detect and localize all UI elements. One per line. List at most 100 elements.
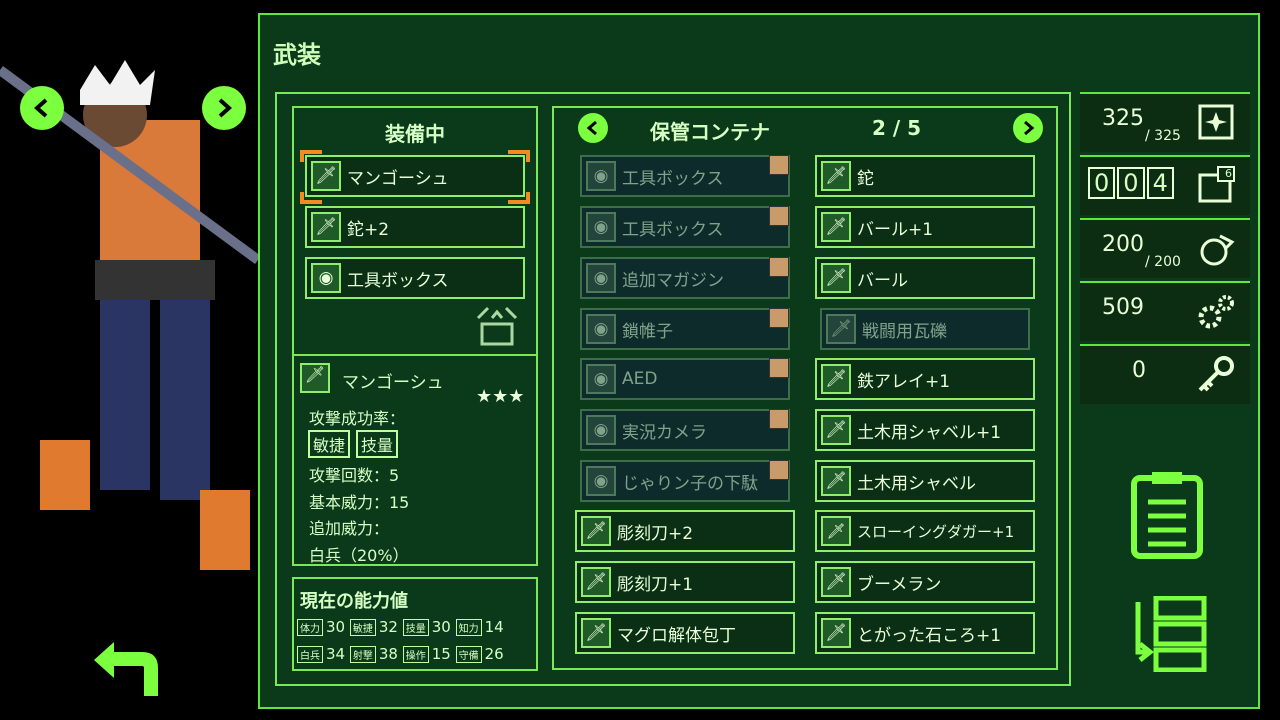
- gears-icon: [1198, 295, 1234, 329]
- stat-tag: 射撃: [349, 646, 376, 663]
- knife-icon: 🗡: [311, 161, 341, 191]
- resource-value: 509: [1102, 295, 1144, 320]
- storage-item[interactable]: 🗡 バール: [815, 257, 1035, 299]
- knife-icon: 🗡: [826, 314, 856, 344]
- aed-icon: ◉: [586, 364, 616, 394]
- storage-item[interactable]: ◉ じゃりン子の下駄: [580, 460, 790, 502]
- equipped-header: 装備中: [385, 122, 445, 146]
- storage-item[interactable]: 🗡 スローイングダガー+1: [815, 510, 1035, 552]
- item-label: 戦闘用瓦礫: [862, 321, 947, 342]
- storage-item[interactable]: ◉ 実況カメラ: [580, 409, 790, 451]
- next-character-button[interactable]: [202, 86, 246, 130]
- equipped-item[interactable]: 🗡 鉈+2: [305, 206, 525, 248]
- clipboard-list-icon[interactable]: [1128, 470, 1206, 560]
- digit: 0: [1088, 167, 1116, 199]
- storage-prev-button[interactable]: [578, 113, 608, 143]
- owner-avatar: [769, 257, 789, 277]
- geta-icon: ◉: [586, 466, 616, 496]
- attack-count: 攻撃回数：5: [309, 466, 400, 485]
- prev-character-button[interactable]: [20, 86, 64, 130]
- storage-item[interactable]: ◉ 工具ボックス: [580, 206, 790, 248]
- chevron-right-icon: [1024, 120, 1035, 136]
- storage-item[interactable]: 🗡 ブーメラン: [815, 561, 1035, 603]
- storage-item[interactable]: ◉ 鎖帷子: [580, 308, 790, 350]
- stat-value: 15: [431, 645, 451, 663]
- knife-icon: 🗡: [821, 415, 851, 445]
- storage-item[interactable]: ◉ 工具ボックス: [580, 155, 790, 197]
- stat-tag: 敏捷: [349, 619, 376, 636]
- knife-icon: 🗡: [311, 212, 341, 242]
- item-label: 工具ボックス: [347, 270, 449, 291]
- item-label: とがった石ころ+1: [857, 625, 1002, 646]
- chevron-right-icon: [218, 98, 233, 118]
- storage-next-button[interactable]: [1013, 113, 1043, 143]
- selection-corner-tr: [508, 150, 530, 162]
- storage-item[interactable]: 🗡 マグロ解体包丁: [575, 612, 795, 654]
- stat-value: 34: [326, 645, 346, 663]
- item-label: スローイングダガー+1: [857, 522, 1015, 541]
- knife-icon: 🗡: [821, 618, 851, 648]
- storage-item[interactable]: 🗡 土木用シャベル: [815, 460, 1035, 502]
- stat-value: 32: [378, 618, 398, 636]
- item-label: 鎖帷子: [622, 321, 673, 342]
- storage-item[interactable]: 🗡 とがった石ころ+1: [815, 612, 1035, 654]
- unequip-box-icon[interactable]: [474, 304, 520, 346]
- resource-value: 0: [1132, 358, 1146, 383]
- stat-value: 14: [484, 618, 504, 636]
- chevron-left-icon: [586, 120, 597, 136]
- digit: 0: [1117, 167, 1145, 199]
- day-counter: 0 0 4: [1088, 167, 1174, 199]
- equipped-item[interactable]: ◉ 工具ボックス: [305, 257, 525, 299]
- item-label: 彫刻刀+2: [617, 523, 694, 544]
- storage-item[interactable]: 🗡 鉈: [815, 155, 1035, 197]
- storage-item[interactable]: 🗡 土木用シャベル+1: [815, 409, 1035, 451]
- resource-keys: 0: [1080, 344, 1250, 404]
- item-label: バール: [857, 270, 908, 291]
- item-label: 実況カメラ: [622, 422, 707, 443]
- stat-value: 38: [378, 645, 398, 663]
- knife-icon: 🗡: [821, 364, 851, 394]
- storage-item[interactable]: ◉ 追加マガジン: [580, 257, 790, 299]
- storage-item[interactable]: 🗡 彫刻刀+2: [575, 510, 795, 552]
- stat-value: 30: [326, 618, 346, 636]
- owner-avatar: [769, 409, 789, 429]
- selection-corner-bl: [300, 192, 322, 204]
- item-label: 土木用シャベル+1: [857, 422, 1002, 443]
- owner-avatar: [769, 155, 789, 175]
- stat-tag: 体力: [297, 619, 323, 636]
- knife-icon: 🗡: [821, 516, 851, 546]
- attack-rate-label: 攻撃成功率：: [309, 409, 406, 428]
- knife-icon: 🗡: [581, 516, 611, 546]
- add-power-label: 追加威力：: [309, 519, 390, 538]
- item-label: 鉈: [857, 168, 874, 189]
- item-label: じゃりン子の下駄: [622, 473, 758, 494]
- item-label: マンゴーシュ: [347, 168, 449, 189]
- transfer-to-storage-icon[interactable]: [1126, 596, 1208, 672]
- selection-corner-tl: [300, 150, 322, 162]
- resource-parts: 509: [1080, 281, 1250, 341]
- storage-item[interactable]: 🗡 鉄アレイ+1: [815, 358, 1035, 400]
- chevron-left-icon: [33, 98, 48, 118]
- attr-tag: 敏捷: [308, 430, 351, 458]
- owner-avatar: [769, 308, 789, 328]
- storage-page: 2 / 5: [872, 116, 922, 140]
- stat-value: 26: [484, 645, 504, 663]
- storage-item[interactable]: ◉ AED: [580, 358, 790, 400]
- attr-tag: 技量: [356, 430, 399, 458]
- storage-item[interactable]: 🗡 戦闘用瓦礫: [820, 308, 1030, 350]
- back-arrow-icon[interactable]: [92, 638, 162, 698]
- equipped-item[interactable]: 🗡 マンゴーシュ: [305, 155, 525, 197]
- toolbox-icon: ◉: [311, 263, 341, 293]
- knife-icon: 🗡: [300, 363, 330, 393]
- storage-item[interactable]: 🗡 バール+1: [815, 206, 1035, 248]
- resource-days: 0 0 4 6: [1080, 155, 1250, 215]
- owner-avatar: [769, 460, 789, 480]
- stat-tag: 技量: [402, 619, 429, 636]
- rarity-stars: ★★★: [476, 386, 525, 407]
- storage-item[interactable]: 🗡 彫刻刀+1: [575, 561, 795, 603]
- abilities-row: 白兵 34 射撃 38 操作 15 守備 26: [297, 645, 504, 663]
- stat-tag: 守備: [455, 646, 482, 663]
- item-label: 鉄アレイ+1: [857, 371, 951, 392]
- toolbox-icon: ◉: [586, 161, 616, 191]
- key-icon: [1198, 356, 1234, 392]
